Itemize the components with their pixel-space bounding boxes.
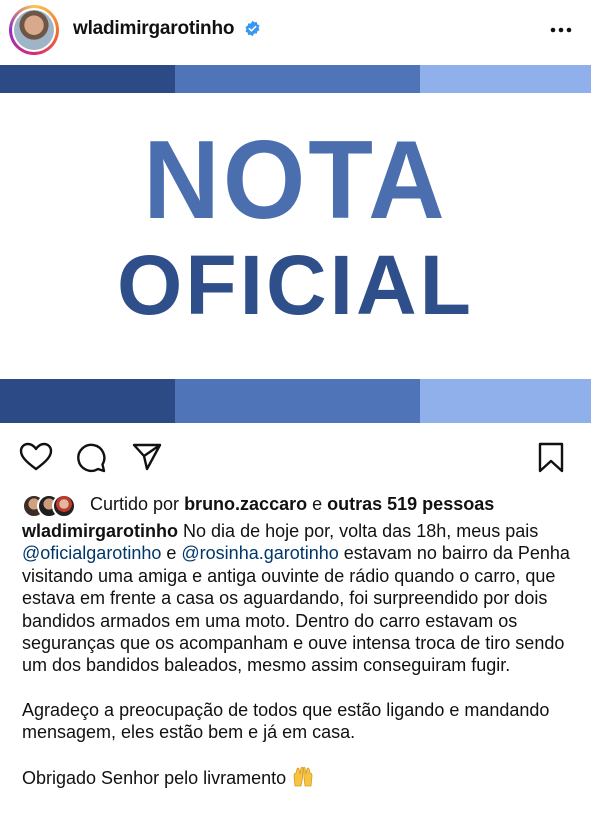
post-header: wladimirgarotinho [0,0,591,62]
avatar[interactable] [12,8,56,52]
share-icon[interactable] [131,442,163,472]
likes-connector: e [312,494,323,514]
headline-oficial: OFICIAL [117,238,474,332]
caption-paragraph-2: Agradeço a preocupação de todos que estã… [22,699,550,743]
caption-username[interactable]: wladimirgarotinho [22,521,178,541]
bottom-stripe [0,379,591,423]
bookmark-icon[interactable] [537,442,565,474]
post-image[interactable]: NOTA OFICIAL [0,65,591,423]
verified-badge-icon [245,20,260,37]
liker-username[interactable]: bruno.zaccaro [184,494,307,514]
mention-oficialgarotinho[interactable]: @oficialgarotinho [22,543,161,563]
headline-nota: NOTA [143,118,448,242]
caption-text-1: No dia de hoje por, volta das 18h, meus … [183,521,539,541]
likes-prefix: Curtido por [90,494,180,514]
liker-avatar [52,494,76,518]
likes-row[interactable]: Curtido por bruno.zaccaro e outras 519 p… [22,493,582,518]
raising-hands-icon [293,766,313,787]
top-stripe [0,65,591,93]
likes-text: Curtido por bruno.zaccaro e outras 519 p… [90,494,494,515]
caption-connector: e [166,543,177,564]
caption: wladimirgarotinho No dia de hoje por, vo… [22,520,577,789]
profile-photo [14,10,54,50]
comment-icon[interactable] [75,442,107,474]
username-link[interactable]: wladimirgarotinho [73,18,234,40]
mention-rosinha-garotinho[interactable]: @rosinha.garotinho [181,543,338,563]
caption-paragraph-1: wladimirgarotinho No dia de hoje por, vo… [22,520,577,677]
more-options-icon[interactable] [548,17,574,43]
story-ring[interactable] [9,5,59,55]
caption-thanks: Obrigado Senhor pelo livramento [22,767,287,788]
heart-icon[interactable] [19,442,53,472]
others-likes-link[interactable]: outras 519 pessoas [327,494,494,514]
caption-paragraph-3: Obrigado Senhor pelo livramento [22,766,577,789]
action-bar [0,436,591,476]
